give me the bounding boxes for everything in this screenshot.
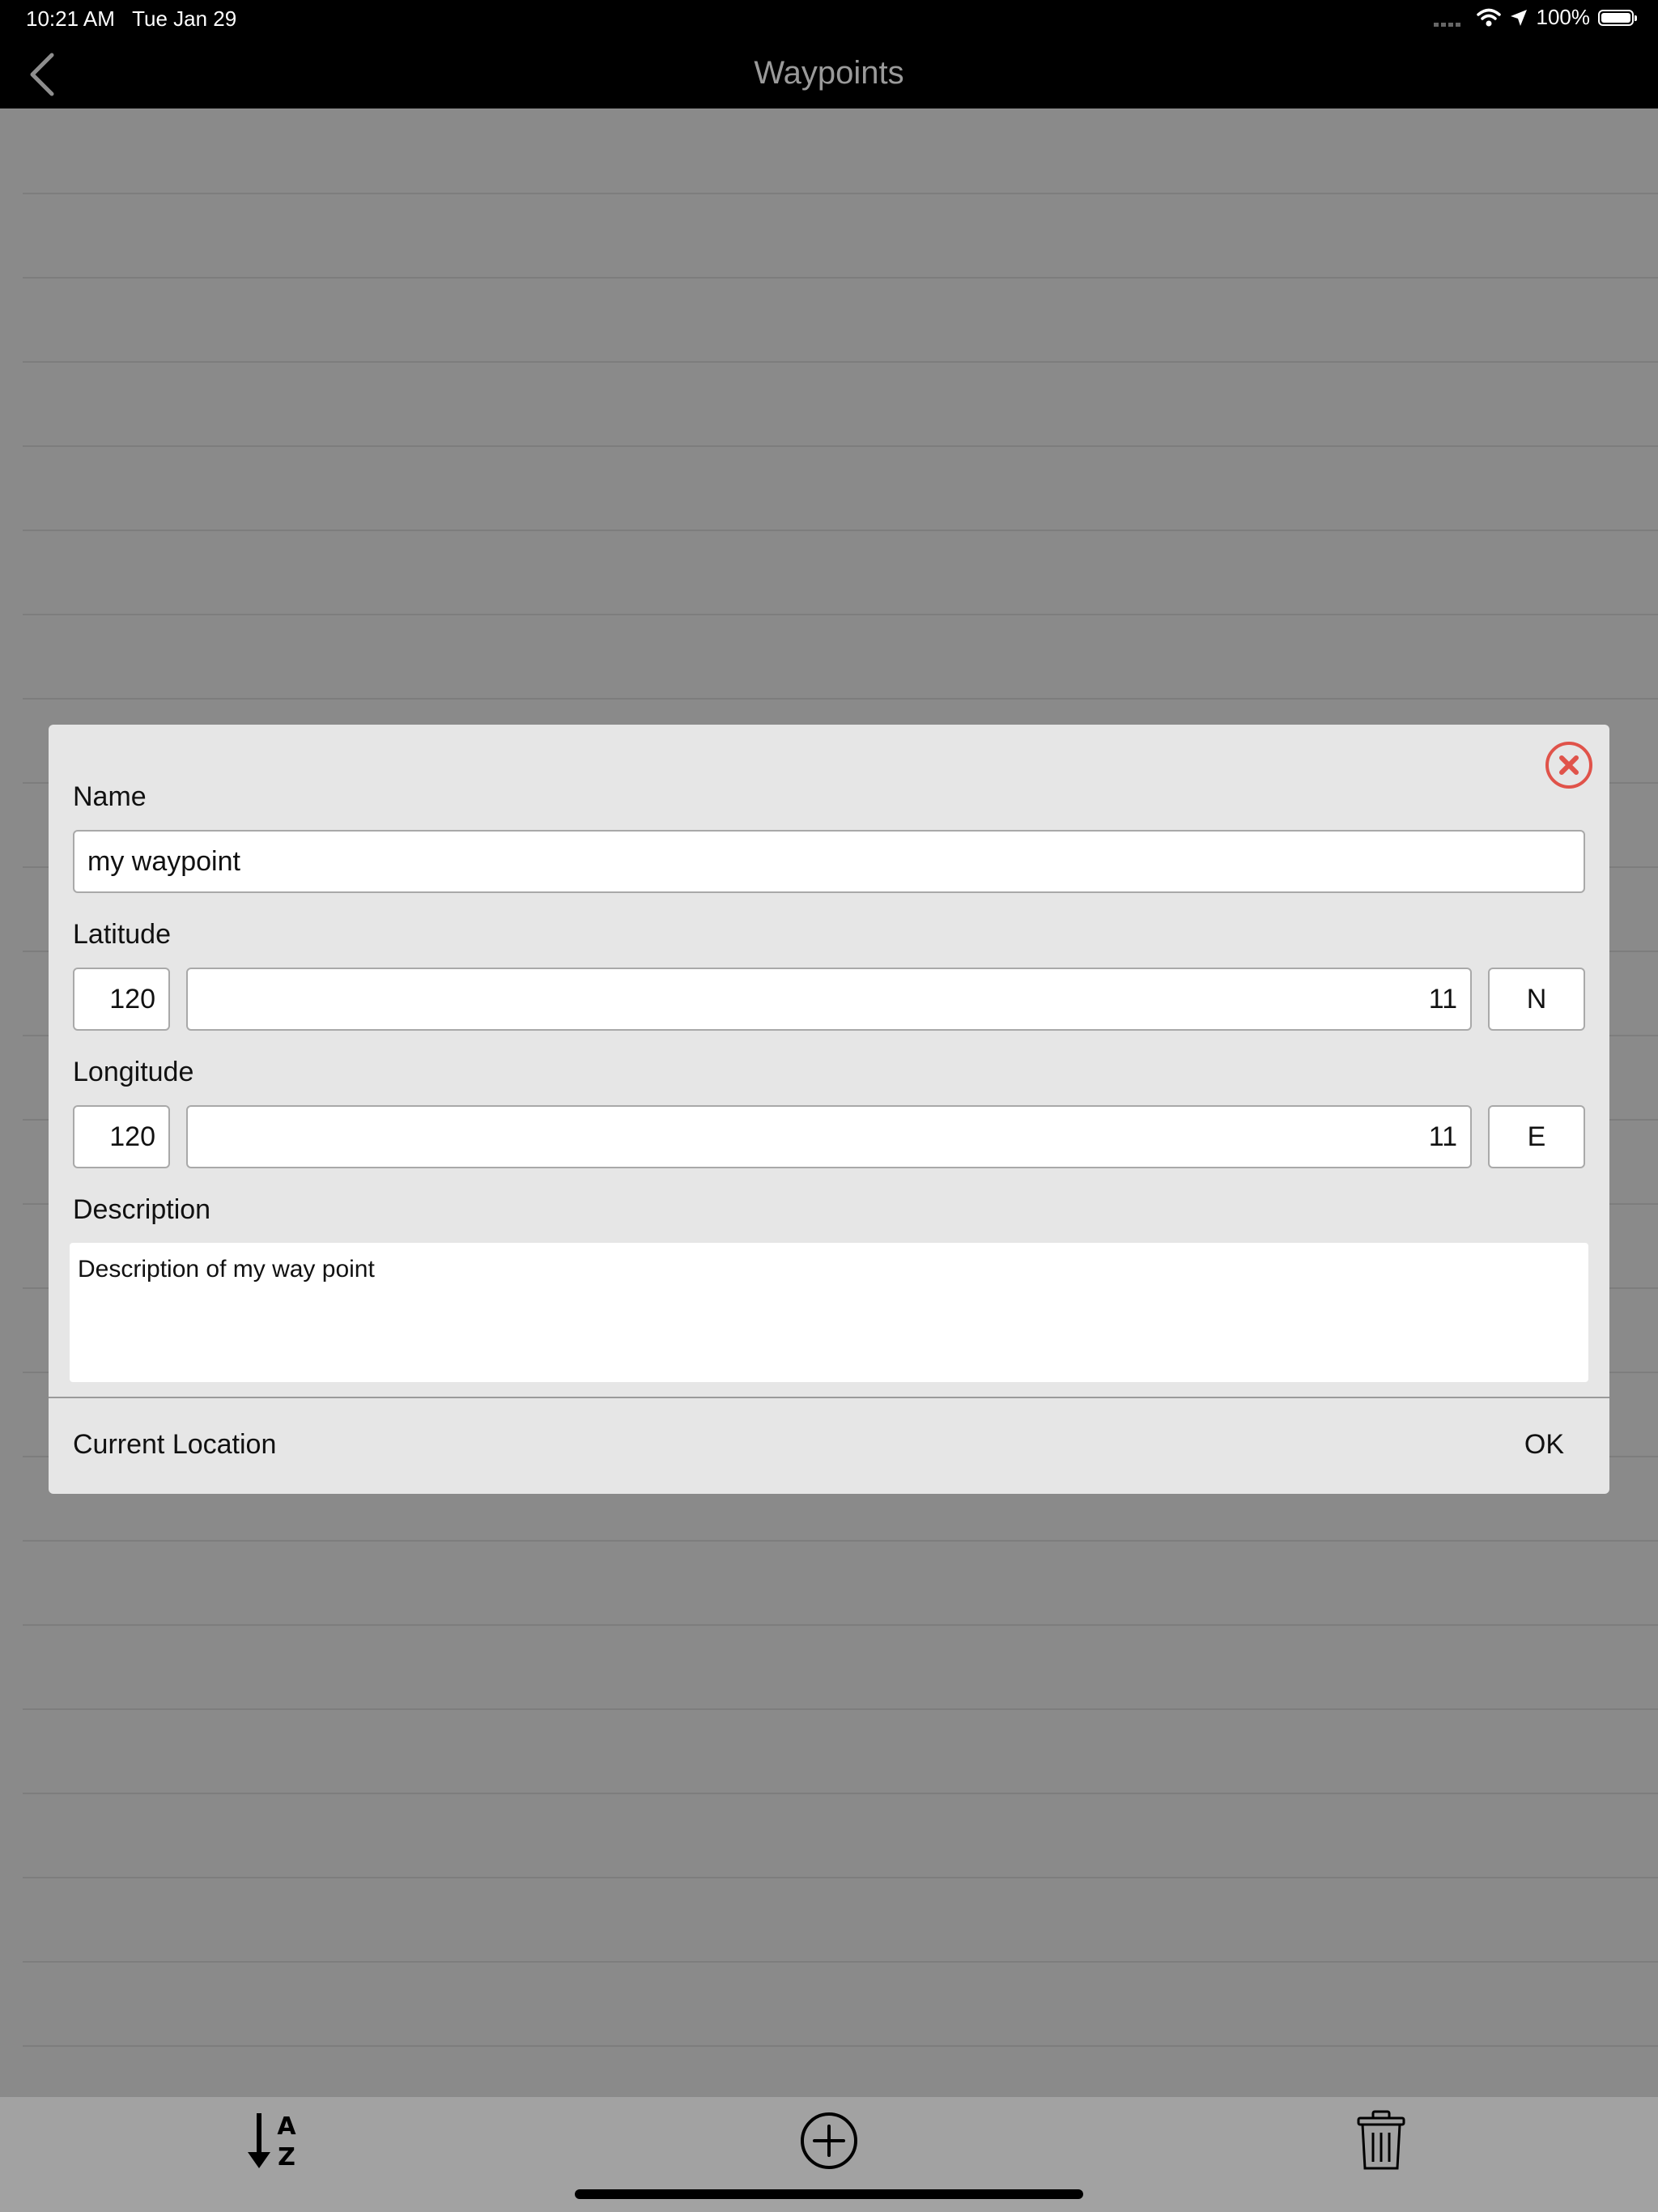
latitude-minutes-input[interactable]: 11 bbox=[186, 968, 1472, 1031]
status-bar: 10:21 AM Tue Jan 29 100% bbox=[0, 0, 1658, 39]
add-waypoint-button[interactable] bbox=[797, 2108, 861, 2173]
longitude-label: Longitude bbox=[73, 1057, 194, 1087]
list-row-separator bbox=[23, 277, 1658, 279]
description-value: Description of my way point bbox=[78, 1256, 375, 1283]
close-button[interactable] bbox=[1545, 741, 1593, 789]
list-row-separator bbox=[23, 2045, 1658, 2047]
ok-button[interactable]: OK bbox=[1524, 1429, 1564, 1461]
status-date: Tue Jan 29 bbox=[132, 6, 237, 31]
list-row-separator bbox=[23, 361, 1658, 363]
list-row-separator bbox=[23, 1793, 1658, 1794]
list-row-separator bbox=[23, 193, 1658, 194]
dialog-divider bbox=[49, 1397, 1609, 1398]
latitude-hemisphere-selector[interactable]: N bbox=[1488, 968, 1585, 1031]
status-clock: 10:21 AM bbox=[26, 6, 115, 31]
list-row-separator bbox=[23, 530, 1658, 531]
list-row-separator bbox=[23, 1540, 1658, 1542]
delete-button[interactable] bbox=[1349, 2108, 1414, 2173]
svg-text:Z: Z bbox=[278, 2143, 295, 2172]
list-row-separator bbox=[23, 1877, 1658, 1878]
latitude-minutes-value: 11 bbox=[1428, 983, 1457, 1015]
latitude-hemisphere-value: N bbox=[1526, 983, 1547, 1015]
page-title: Waypoints bbox=[754, 55, 904, 91]
description-textarea[interactable]: Description of my way point bbox=[70, 1243, 1588, 1382]
sort-button[interactable]: A Z bbox=[243, 2108, 308, 2173]
wifi-icon bbox=[1476, 8, 1501, 26]
longitude-minutes-value: 11 bbox=[1428, 1121, 1457, 1152]
list-row-separator bbox=[23, 1961, 1658, 1963]
close-circle-icon bbox=[1545, 742, 1592, 789]
trash-icon bbox=[1357, 2110, 1405, 2170]
navigation-bar: Waypoints bbox=[0, 39, 1658, 110]
list-row-separator bbox=[23, 614, 1658, 615]
name-label: Name bbox=[73, 781, 147, 812]
battery-icon bbox=[1598, 9, 1637, 26]
description-label: Description bbox=[73, 1194, 211, 1225]
battery-percent: 100% bbox=[1536, 5, 1591, 29]
svg-text:A: A bbox=[277, 2112, 296, 2141]
longitude-hemisphere-selector[interactable]: E bbox=[1488, 1105, 1585, 1168]
bottom-toolbar: A Z bbox=[0, 2097, 1658, 2181]
longitude-degrees-value: 120 bbox=[109, 1121, 155, 1152]
sort-a-z-icon: A Z bbox=[248, 2112, 296, 2172]
location-arrow-icon bbox=[1510, 9, 1527, 26]
current-location-button[interactable]: Current Location bbox=[73, 1429, 276, 1461]
latitude-degrees-value: 120 bbox=[109, 983, 155, 1015]
longitude-hemisphere-value: E bbox=[1527, 1121, 1546, 1152]
status-time: 10:21 AM Tue Jan 29 bbox=[26, 6, 236, 32]
latitude-label: Latitude bbox=[73, 919, 171, 950]
name-input[interactable]: my waypoint bbox=[73, 830, 1585, 893]
home-indicator[interactable] bbox=[575, 2189, 1083, 2199]
list-row-separator bbox=[23, 1708, 1658, 1710]
waypoint-edit-dialog: Name my waypoint Latitude 120 11 N Longi… bbox=[49, 725, 1609, 1494]
list-row-separator bbox=[23, 698, 1658, 700]
home-indicator-area bbox=[0, 2181, 1658, 2212]
name-value: my waypoint bbox=[87, 845, 240, 877]
status-indicators: 100% bbox=[1433, 5, 1637, 30]
latitude-degrees-input[interactable]: 120 bbox=[73, 968, 170, 1031]
list-row-separator bbox=[23, 445, 1658, 447]
longitude-degrees-input[interactable]: 120 bbox=[73, 1105, 170, 1168]
list-row-separator bbox=[23, 1624, 1658, 1626]
signal-icon bbox=[1433, 8, 1460, 27]
longitude-minutes-input[interactable]: 11 bbox=[186, 1105, 1472, 1168]
add-circle-icon bbox=[801, 2112, 857, 2169]
